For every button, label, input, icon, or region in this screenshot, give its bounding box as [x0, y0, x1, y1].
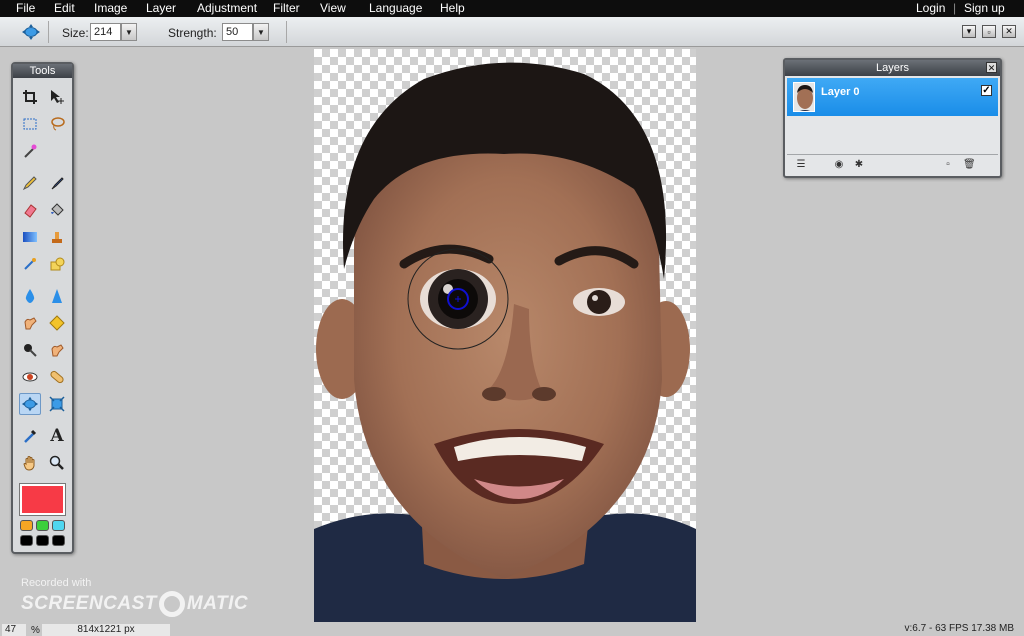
dodge-tool-icon[interactable] [46, 339, 68, 361]
performance-info: v:6.7 - 63 FPS 17.38 MB [904, 623, 1015, 634]
layers-panel: Layers ✕ Layer 0 ✓ ☰ ◉ ✱ ▫ 🗑 [783, 58, 1002, 178]
marquee-tool-icon[interactable] [19, 113, 41, 135]
palette-swatch-orange[interactable] [20, 520, 33, 531]
options-divider [48, 21, 49, 43]
layers-panel-title: Layers ✕ [785, 60, 1000, 76]
layer-style-icon[interactable]: ✱ [853, 159, 865, 171]
strength-dropdown-button[interactable]: ▼ [253, 23, 269, 41]
screencast-watermark: Recorded with SCREENCAST MATIC [21, 577, 248, 617]
bloat-tool-icon[interactable] [19, 393, 41, 415]
watermark-recorded-text: Recorded with [21, 577, 92, 589]
close-button[interactable]: ✕ [1002, 25, 1016, 38]
portrait-photo [314, 62, 696, 622]
tools-panel-title: Tools [13, 64, 72, 78]
options-bar: Size: 214 ▼ Strength: 50 ▼ ▾ ▫ ✕ [0, 17, 1024, 47]
close-icon[interactable]: ✕ [986, 62, 997, 73]
photo-editor-app: File Edit Image Layer Adjustment Filter … [0, 0, 1024, 636]
menu-adjustment[interactable]: Adjustment [197, 1, 257, 15]
sharpen-tool-icon[interactable] [46, 285, 68, 307]
pinch-tool-icon[interactable] [46, 393, 68, 415]
burn-tool-icon[interactable] [19, 339, 41, 361]
image-dimensions: 814x1221 px [42, 624, 170, 636]
menu-image[interactable]: Image [94, 1, 127, 15]
signup-link[interactable]: Sign up [964, 1, 1005, 15]
palette-swatch-black[interactable] [36, 535, 49, 546]
menu-edit[interactable]: Edit [54, 1, 75, 15]
layer-thumbnail [793, 82, 815, 112]
menu-help[interactable]: Help [440, 1, 465, 15]
maximize-button[interactable]: ▫ [982, 25, 996, 38]
layer-settings-icon[interactable]: ☰ [795, 159, 807, 171]
layer-mask-icon[interactable]: ◉ [833, 159, 845, 171]
bloat-tool-icon [20, 23, 42, 41]
size-label: Size: [62, 26, 89, 40]
layers-panel-title-text: Layers [875, 62, 910, 74]
menu-layer[interactable]: Layer [146, 1, 176, 15]
menu-filter[interactable]: Filter [273, 1, 300, 15]
pencil-tool-icon[interactable] [19, 172, 41, 194]
status-bar: 47 % 814x1221 px v:6.7 - 63 FPS 17.38 MB [0, 622, 1024, 636]
watermark-brand-left: SCREENCAST [21, 593, 157, 614]
hand-tool-icon[interactable] [19, 452, 41, 474]
magic-wand-tool-icon[interactable] [19, 140, 41, 162]
eraser-tool-icon[interactable] [19, 199, 41, 221]
clone-stamp-tool-icon[interactable] [46, 226, 68, 248]
trash-icon[interactable]: 🗑 [963, 159, 976, 171]
layer-visibility-checkbox[interactable]: ✓ [981, 85, 992, 96]
move-tool-icon[interactable] [46, 86, 68, 108]
blur-tool-icon[interactable] [19, 285, 41, 307]
tools-panel: Tools A [11, 62, 74, 554]
primary-color-swatch[interactable] [19, 483, 66, 516]
layer-name: Layer 0 [821, 86, 860, 98]
paint-bucket-tool-icon[interactable] [46, 199, 68, 221]
sponge-tool-icon[interactable] [46, 312, 68, 334]
palette-swatch-black[interactable] [52, 535, 65, 546]
menu-file[interactable]: File [16, 1, 35, 15]
spot-heal-tool-icon[interactable] [46, 366, 68, 388]
layers-footer: ☰ ◉ ✱ ▫ 🗑 [787, 154, 998, 174]
size-input[interactable]: 214 [90, 23, 121, 41]
menu-language[interactable]: Language [369, 1, 422, 15]
palette-swatch-green[interactable] [36, 520, 49, 531]
login-link[interactable]: Login [916, 1, 945, 15]
brush-tool-icon[interactable] [46, 172, 68, 194]
menu-view[interactable]: View [320, 1, 346, 15]
color-replace-tool-icon[interactable] [19, 253, 41, 275]
crop-tool-icon[interactable] [19, 86, 41, 108]
palette-swatch-black[interactable] [20, 535, 33, 546]
palette-swatch-cyan[interactable] [52, 520, 65, 531]
image-canvas[interactable] [314, 49, 696, 622]
smudge-tool-icon[interactable] [19, 312, 41, 334]
layer-item[interactable]: Layer 0 ✓ [787, 78, 998, 116]
gradient-tool-icon[interactable] [19, 226, 41, 248]
new-layer-icon[interactable]: ▫ [942, 159, 954, 171]
zoom-tool-icon[interactable] [46, 452, 68, 474]
zoom-unit: % [31, 625, 40, 636]
strength-input[interactable]: 50 [222, 23, 253, 41]
red-eye-tool-icon[interactable] [19, 366, 41, 388]
size-dropdown-button[interactable]: ▼ [121, 23, 137, 41]
menu-bar: File Edit Image Layer Adjustment Filter … [0, 0, 1024, 17]
zoom-input[interactable]: 47 [2, 624, 26, 636]
watermark-ring-icon [158, 591, 185, 617]
type-tool-icon[interactable]: A [46, 425, 68, 447]
shape-tool-icon[interactable] [46, 253, 68, 275]
watermark-brand-right: MATIC [186, 593, 249, 614]
lasso-tool-icon[interactable] [46, 113, 68, 135]
strength-label: Strength: [168, 26, 217, 40]
watermark-logo: SCREENCAST MATIC [21, 591, 248, 617]
menu-separator: | [953, 1, 957, 15]
minimize-button[interactable]: ▾ [962, 25, 976, 38]
options-divider [286, 21, 287, 43]
color-picker-tool-icon[interactable] [19, 425, 41, 447]
